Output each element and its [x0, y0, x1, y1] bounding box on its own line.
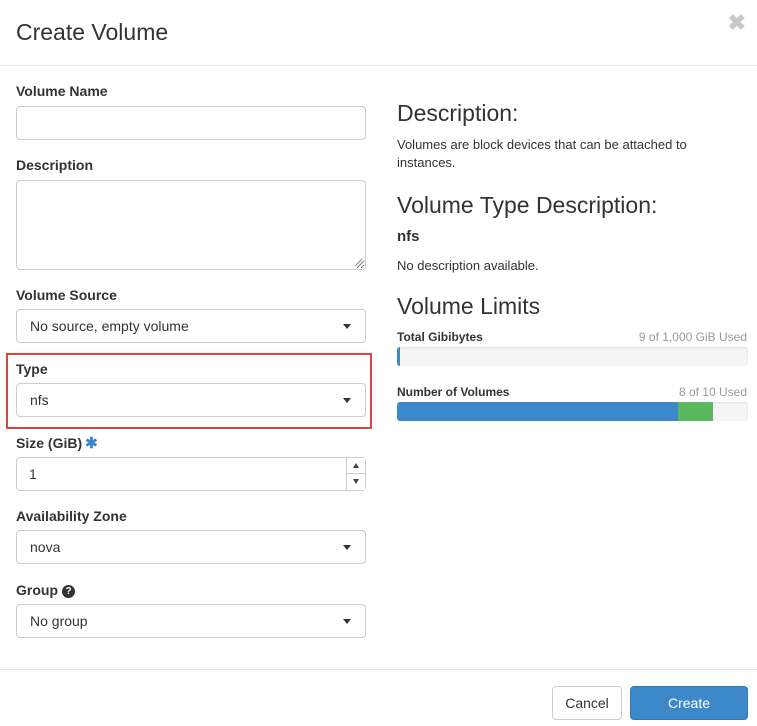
availability-zone-label: Availability Zone: [16, 508, 127, 524]
required-asterisk-icon: ✱: [85, 435, 98, 452]
availability-zone-select[interactable]: nova: [16, 530, 366, 564]
group-select[interactable]: No group: [16, 604, 366, 638]
caret-down-icon: [343, 619, 351, 624]
size-label-text: Size (GiB): [16, 435, 83, 451]
progress-used-fill: [397, 402, 678, 421]
volumes-progress-bar: [397, 402, 748, 421]
modal-title: Create Volume: [16, 19, 169, 45]
size-stepper: [346, 458, 365, 490]
group-label: Group?: [16, 582, 75, 598]
description-text: Volumes are block devices that can be at…: [397, 137, 687, 170]
volume-name-label: Volume Name: [16, 83, 108, 99]
description-label: Description: [16, 157, 94, 173]
group-value: No group: [30, 613, 88, 629]
progress-used-fill: [397, 347, 400, 366]
availability-zone-value: nova: [30, 539, 61, 555]
type-value: nfs: [30, 392, 49, 408]
volume-type-text: No description available.: [397, 258, 539, 273]
limit-label: Total Gibibytes: [397, 330, 483, 344]
caret-down-icon: [343, 398, 351, 403]
caret-down-icon: [343, 324, 351, 329]
group-label-text: Group: [16, 582, 58, 598]
volume-limits-heading: Volume Limits: [397, 293, 541, 319]
arrow-up-icon: [353, 463, 359, 468]
close-icon[interactable]: ✖: [728, 12, 746, 34]
create-volume-modal: Create Volume ✖ Volume Name Description …: [0, 0, 757, 726]
modal-header: Create Volume ✖: [0, 0, 757, 66]
question-circle-icon[interactable]: ?: [62, 585, 75, 598]
type-select[interactable]: nfs: [16, 383, 366, 417]
gibibytes-progress-bar: [397, 347, 748, 366]
size-decrement-button[interactable]: [346, 474, 365, 490]
volume-source-select[interactable]: No source, empty volume: [16, 309, 366, 343]
limit-used-text: 8 of 10 Used: [678, 385, 747, 399]
cancel-button[interactable]: Cancel: [552, 686, 622, 720]
volume-type-name: nfs: [397, 228, 420, 245]
volume-name-input[interactable]: [16, 106, 366, 140]
volume-source-value: No source, empty volume: [30, 318, 189, 334]
create-volume-button[interactable]: Create Volume: [630, 686, 748, 720]
caret-down-icon: [343, 545, 351, 550]
description-textarea[interactable]: [16, 180, 366, 270]
limit-label: Number of Volumes: [397, 385, 510, 399]
size-increment-button[interactable]: [346, 458, 365, 474]
modal-footer: Cancel Create Volume: [0, 669, 757, 726]
progress-added-fill: [678, 402, 713, 421]
size-input[interactable]: [16, 457, 366, 491]
description-heading: Description:: [397, 100, 519, 126]
volume-type-heading: Volume Type Description:: [397, 192, 658, 218]
type-label: Type: [16, 361, 48, 377]
arrow-down-icon: [353, 479, 359, 484]
resize-grip-icon[interactable]: [353, 257, 363, 267]
volume-source-label: Volume Source: [16, 287, 117, 303]
limit-used-text: 9 of 1,000 GiB Used: [638, 330, 747, 344]
size-label: Size (GiB) ✱: [16, 434, 98, 452]
